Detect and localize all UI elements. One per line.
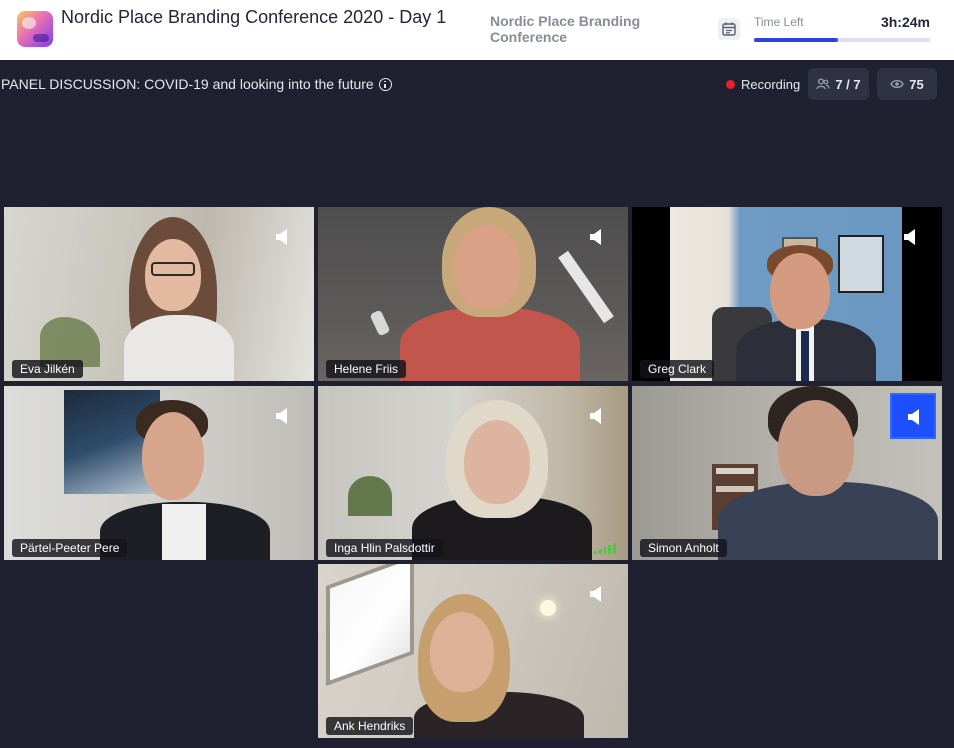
video-tile-simon-anholt[interactable]: Simon Anholt: [632, 386, 942, 560]
speaker-icon: [908, 409, 919, 425]
time-left-label: Time Left: [754, 15, 804, 29]
time-left-value: 3h:24m: [880, 14, 930, 30]
event-logo[interactable]: [17, 11, 53, 47]
video-tile-inga-hlin-palsdottir[interactable]: Inga Hlin Palsdottir: [318, 386, 628, 560]
calendar-icon[interactable]: [718, 18, 740, 40]
participant-name: Inga Hlin Palsdottir: [326, 539, 443, 557]
recording-dot-icon: [726, 80, 735, 89]
signal-bars-icon: [594, 542, 616, 554]
participant-name: Simon Anholt: [640, 539, 727, 557]
active-speaker-button[interactable]: [890, 393, 936, 439]
time-progress-bar: [754, 38, 930, 42]
participant-name: Eva Jilkén: [12, 360, 83, 378]
speaker-icon[interactable]: [590, 408, 602, 424]
participants-button[interactable]: 7 / 7: [808, 68, 869, 100]
top-header: Nordic Place Branding Conference 2020 - …: [0, 0, 954, 60]
speaker-icon[interactable]: [276, 229, 288, 245]
participant-name: Ank Hendriks: [326, 717, 414, 735]
people-icon: [816, 78, 830, 90]
recording-indicator: Recording: [726, 77, 800, 92]
viewers-count: 75: [909, 76, 924, 92]
session-title: PANEL DISCUSSION: COVID-19 and looking i…: [1, 76, 374, 92]
video-tile-ank-hendriks[interactable]: Ank Hendriks: [318, 564, 628, 738]
participant-name: Helene Friis: [326, 360, 407, 378]
participants-count: 7 / 7: [835, 76, 861, 92]
video-tile-eva-jilken[interactable]: Eva Jilkén: [4, 207, 314, 381]
info-icon[interactable]: [378, 77, 392, 91]
video-tile-greg-clark[interactable]: Greg Clark: [632, 207, 942, 381]
participant-name: Greg Clark: [640, 360, 715, 378]
eye-icon: [890, 79, 905, 89]
session-title-row: PANEL DISCUSSION: COVID-19 and looking i…: [1, 76, 392, 92]
video-tile-helene-friis[interactable]: Helene Friis: [318, 207, 628, 381]
viewers-button[interactable]: 75: [877, 68, 937, 100]
recording-label: Recording: [741, 77, 801, 92]
speaker-icon[interactable]: [590, 586, 602, 602]
time-progress-fill: [754, 38, 839, 42]
speaker-icon[interactable]: [590, 229, 602, 245]
event-title: Nordic Place Branding Conference 2020 - …: [61, 7, 447, 27]
video-tile-partel-peeter-pere[interactable]: Pärtel-Peeter Pere: [4, 386, 314, 560]
organizer-name[interactable]: Nordic Place Branding Conference: [490, 13, 680, 45]
participant-name: Pärtel-Peeter Pere: [12, 539, 128, 557]
speaker-icon[interactable]: [276, 408, 288, 424]
speaker-icon[interactable]: [904, 229, 916, 245]
